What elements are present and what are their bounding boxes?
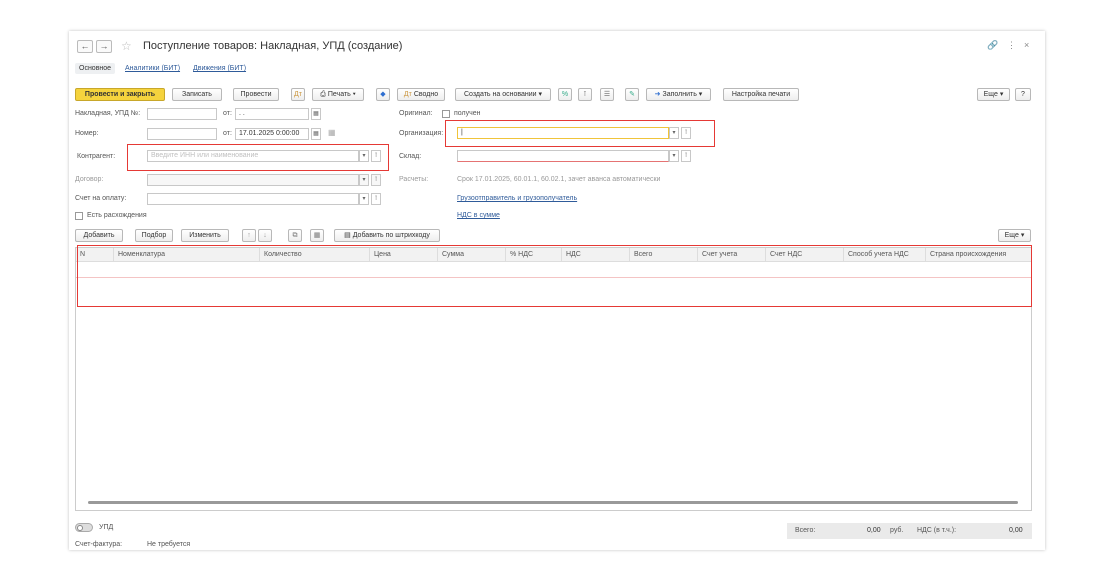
link-icon[interactable]: ⊺: [681, 127, 691, 139]
shipper-link[interactable]: Грузоотправитель и грузополучатель: [457, 195, 577, 202]
original-label: Оригинал:: [399, 110, 433, 117]
structure-icon[interactable]: ◆: [376, 88, 390, 101]
more-icon[interactable]: ⋮: [1007, 40, 1016, 51]
invoice-footer-value: Не требуется: [147, 541, 191, 548]
calc-label: Расчеты:: [399, 176, 429, 183]
percent-icon[interactable]: %: [558, 88, 572, 101]
calculator-icon[interactable]: ▦: [328, 128, 336, 137]
counterparty-label: Контрагент:: [77, 153, 116, 160]
fill-button[interactable]: ➜ Заполнить ▾: [646, 88, 711, 101]
original-value: получен: [454, 110, 481, 117]
chevron-down-icon[interactable]: ▾: [669, 127, 679, 139]
calc-value: Срок 17.01.2025, 60.01.1, 60.02.1, зачет…: [457, 176, 661, 183]
table-more-button[interactable]: Еще ▾: [998, 229, 1031, 242]
forward-button[interactable]: →: [96, 40, 112, 53]
post-and-close-button[interactable]: Провести и закрыть: [75, 88, 165, 101]
pick-button[interactable]: Подбор: [135, 229, 173, 242]
organization-label: Организация:: [399, 130, 444, 137]
tab-analytics[interactable]: Аналитики (БИТ): [125, 65, 180, 72]
print-settings-button[interactable]: Настройка печати: [723, 88, 799, 101]
vat-total-label: НДС (в т.ч.):: [917, 527, 957, 534]
close-icon[interactable]: ×: [1024, 40, 1029, 50]
pen-icon[interactable]: ✎: [625, 88, 639, 101]
table-highlight: [77, 245, 1032, 307]
warehouse-label: Склад:: [399, 153, 422, 160]
contract-label: Договор:: [75, 176, 104, 183]
vat-link[interactable]: НДС в сумме: [457, 212, 500, 219]
invoice-number-label: Накладная, УПД №:: [75, 110, 141, 117]
upd-toggle[interactable]: [75, 523, 93, 532]
organization-input[interactable]: |: [457, 127, 669, 139]
print-button[interactable]: ⎙ Печать ▾: [312, 88, 364, 101]
link-icon[interactable]: ⊺: [371, 174, 381, 186]
link-icon[interactable]: ⊺: [371, 193, 381, 205]
change-button[interactable]: Изменить: [181, 229, 229, 242]
copy-icon[interactable]: ⧉: [288, 229, 302, 242]
chevron-down-icon[interactable]: ▾: [669, 150, 679, 162]
tab-movements[interactable]: Движения (БИТ): [193, 65, 246, 72]
invoice-date-field[interactable]: . .: [235, 108, 309, 120]
window-title: Поступление товаров: Накладная, УПД (соз…: [143, 40, 403, 52]
create-based-button[interactable]: Создать на основании ▾: [455, 88, 551, 101]
calendar-icon[interactable]: ▦: [311, 108, 321, 120]
table-icon[interactable]: ▦: [310, 229, 324, 242]
chevron-down-icon[interactable]: ▾: [359, 150, 369, 162]
horizontal-scrollbar[interactable]: [88, 501, 1018, 504]
save-button[interactable]: Записать: [172, 88, 222, 101]
dt-kt-icon[interactable]: Дт: [291, 88, 305, 101]
list-icon[interactable]: ☰: [600, 88, 614, 101]
upd-label: УПД: [99, 524, 114, 531]
total-label: Всего:: [795, 527, 816, 534]
totals-panel: Всего: 0,00 руб. НДС (в т.ч.): 0,00: [787, 523, 1032, 539]
total-value: 0,00: [867, 527, 881, 534]
document-window: ← → ☆ Поступление товаров: Накладная, УП…: [69, 31, 1045, 550]
chevron-down-icon[interactable]: ▾: [359, 174, 369, 186]
attach-icon[interactable]: ⊺: [578, 88, 592, 101]
discrepancy-checkbox[interactable]: [75, 212, 83, 220]
fill-arrow-icon: ➜: [654, 91, 661, 98]
invoice-footer-label: Счет-фактура:: [75, 541, 123, 548]
invoice-pay-field[interactable]: [147, 193, 359, 205]
number-field[interactable]: [147, 128, 217, 140]
back-button[interactable]: ←: [77, 40, 93, 53]
discrepancy-label: Есть расхождения: [87, 212, 147, 219]
invoice-number-field[interactable]: [147, 108, 217, 120]
number-date-from-label: от:: [223, 130, 232, 137]
link-icon[interactable]: 🔗: [987, 40, 998, 51]
barcode-icon: ▤: [344, 232, 351, 239]
currency-label: руб.: [890, 527, 904, 534]
warehouse-input[interactable]: [457, 150, 669, 162]
link-icon[interactable]: ⊺: [681, 150, 691, 162]
post-button[interactable]: Провести: [233, 88, 279, 101]
help-button[interactable]: ?: [1015, 88, 1031, 101]
dt-kt-small-icon: Дт: [403, 91, 412, 98]
add-by-barcode-button[interactable]: ▤ Добавить по штрихкоду: [334, 229, 440, 242]
invoice-date-from-label: от:: [223, 110, 232, 117]
move-down-icon[interactable]: ↓: [258, 229, 272, 242]
number-label: Номер:: [75, 130, 99, 137]
invoice-pay-label: Счет на оплату:: [75, 195, 127, 202]
number-date-field[interactable]: 17.01.2025 0:00:00: [235, 128, 309, 140]
chevron-down-icon[interactable]: ▾: [359, 193, 369, 205]
add-row-button[interactable]: Добавить: [75, 229, 123, 242]
more-button[interactable]: Еще ▾: [977, 88, 1010, 101]
link-icon[interactable]: ⊺: [371, 150, 381, 162]
tab-main[interactable]: Основное: [75, 63, 116, 74]
contract-field[interactable]: [147, 174, 359, 186]
move-up-icon[interactable]: ↑: [242, 229, 256, 242]
calendar-icon[interactable]: ▦: [311, 128, 321, 140]
printer-icon: ⎙: [320, 91, 326, 98]
summary-button[interactable]: Дт Сводно: [397, 88, 445, 101]
favorite-star-icon[interactable]: ☆: [121, 39, 132, 53]
vat-total-value: 0,00: [1009, 527, 1023, 534]
original-checkbox[interactable]: [442, 110, 450, 118]
counterparty-input[interactable]: Введите ИНН или наименование: [147, 150, 359, 162]
